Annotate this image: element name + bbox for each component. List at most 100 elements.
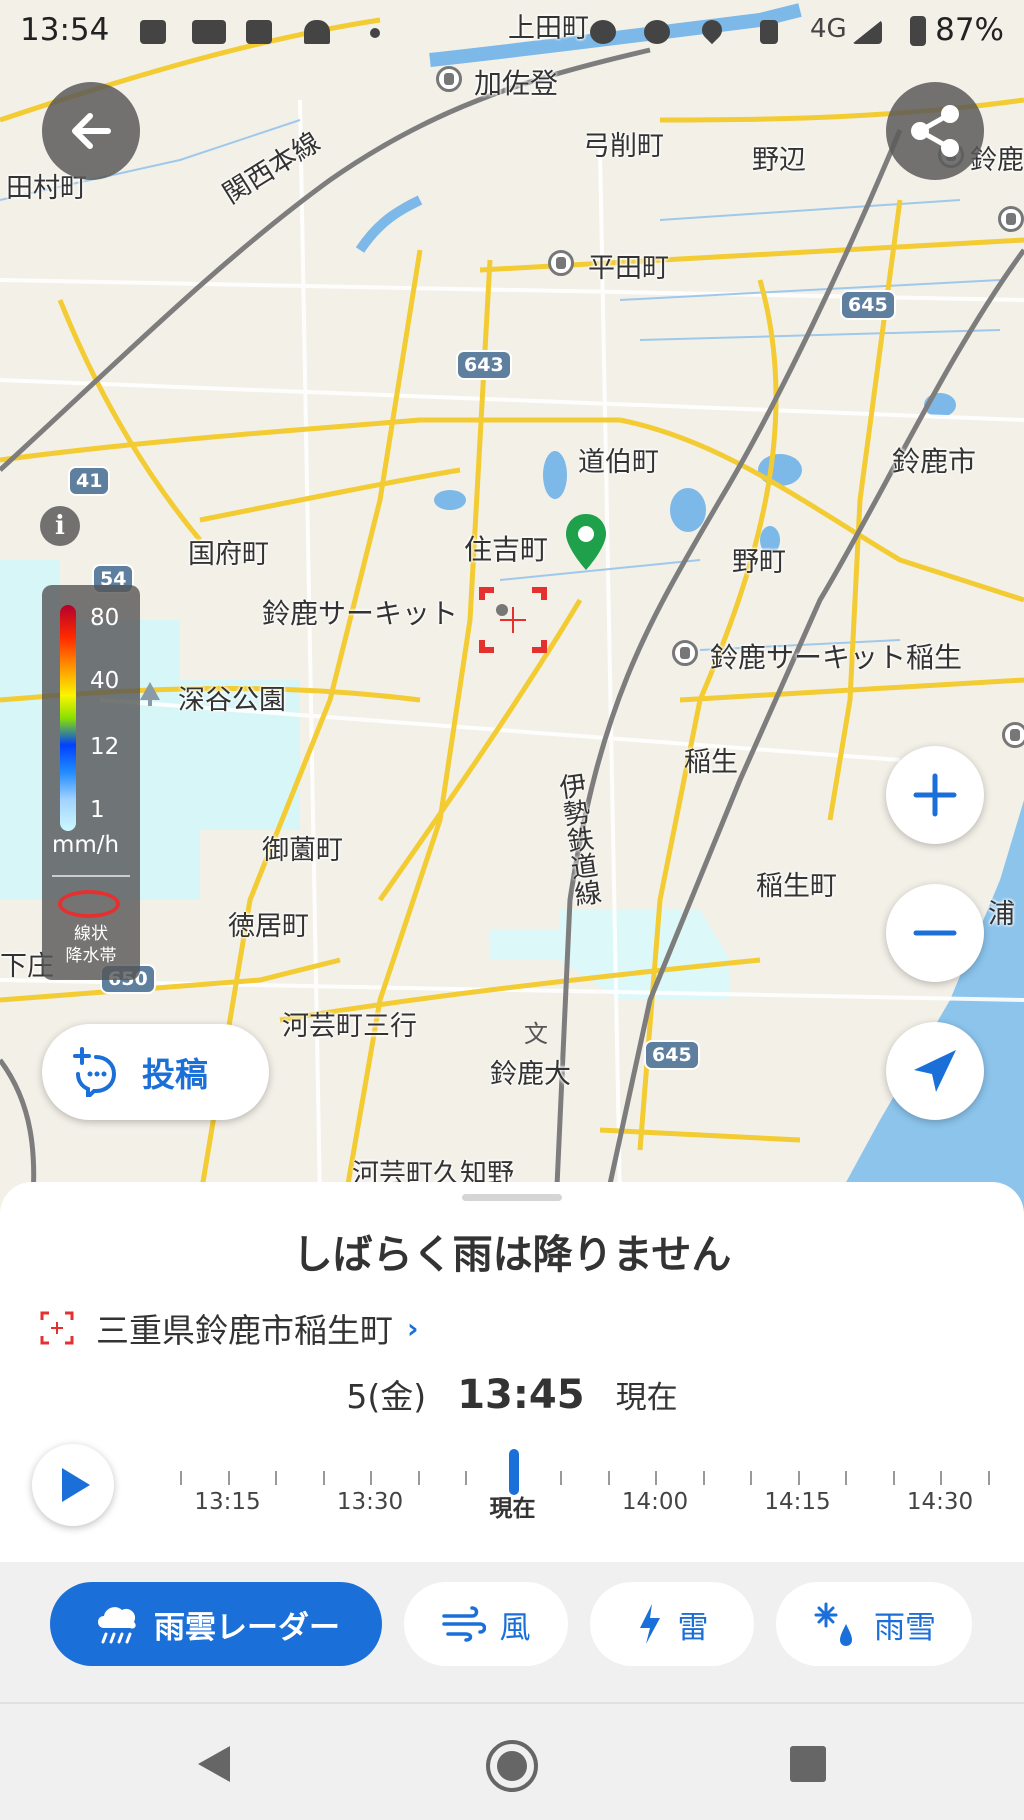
timeline-tick (417, 1471, 420, 1485)
timeline-tick (180, 1471, 182, 1485)
timeline-cursor[interactable] (508, 1449, 519, 1495)
zoom-in-button[interactable] (886, 746, 984, 844)
station-icon[interactable] (436, 66, 462, 92)
place-label: 鈴鹿市 (892, 445, 977, 478)
system-nav-bar (0, 1702, 1024, 1820)
wifi-icon (304, 20, 330, 44)
chevron-right-icon: › (407, 1311, 419, 1345)
timeline-tick (940, 1471, 942, 1485)
location-link[interactable]: 三重県鈴鹿市稲生町 › (40, 1304, 419, 1352)
timeline-tick (465, 1471, 467, 1485)
tab-label: 雨雲レーダー (154, 1609, 340, 1646)
timeline-tick (655, 1471, 657, 1485)
rain-cloud-icon (98, 1607, 136, 1644)
place-label: 道伯町 (578, 447, 659, 478)
timeline-tick (370, 1471, 372, 1485)
time-slider[interactable]: 13:15 13:30 現在 14:00 14:15 14:30 (170, 1447, 1000, 1537)
place-label: 河芸町三行 (282, 1011, 417, 1042)
legend-line-type: 線状 (74, 924, 108, 944)
place-label: 鈴鹿大 (490, 1059, 571, 1090)
timeline-tick (275, 1471, 277, 1485)
battery-percent: 87% (935, 12, 1004, 48)
status-time: 13:54 (20, 12, 110, 48)
play-button[interactable] (32, 1444, 114, 1526)
timeline-tick (560, 1471, 562, 1485)
timeline-tick (322, 1471, 325, 1485)
observation-time: 5(金) 13:45 現在 (0, 1370, 1024, 1418)
legend-level: 1 (90, 797, 105, 823)
school-icon: 文 (524, 1020, 548, 1048)
legend-unit: mm/h (52, 832, 120, 858)
place-label: 野辺 (752, 145, 806, 176)
post-button[interactable]: 投稿 (42, 1024, 269, 1120)
info-button[interactable]: i (40, 506, 80, 546)
info-icon: i (55, 511, 65, 541)
timeline-tick (797, 1471, 800, 1485)
time-label: 13:45 (457, 1372, 585, 1418)
post-button-label: 投稿 (142, 1055, 208, 1094)
timeline-label: 13:15 (194, 1489, 261, 1515)
route-shield: 41 (68, 466, 111, 496)
timeline-tick (227, 1471, 230, 1485)
legend-color-bar (60, 605, 76, 831)
timeline-tick (892, 1471, 895, 1485)
image-icon (140, 20, 166, 44)
place-label: 平田町 (588, 253, 669, 284)
dot-icon (370, 28, 380, 38)
play-icon (62, 1468, 90, 1502)
route-shield: 645 (644, 1040, 700, 1070)
precipitation-legend[interactable]: 80 40 12 1 mm/h 線状 降水帯 (42, 585, 140, 980)
station-icon[interactable] (998, 206, 1024, 232)
network-type: 4G (810, 14, 847, 44)
place-label: 鈴鹿サーキット (262, 597, 459, 630)
place-label: 住吉町 (464, 533, 549, 566)
share-icon (911, 105, 959, 157)
tab-rain-snow[interactable]: 雨雪 (776, 1582, 972, 1666)
view-app-icon (192, 20, 226, 44)
plus-icon (913, 773, 957, 817)
timeline-tick (987, 1471, 990, 1485)
location-pin-icon[interactable] (562, 512, 610, 574)
place-label: 国府町 (188, 539, 269, 570)
vibrate-icon (760, 20, 778, 44)
nav-back-icon[interactable] (192, 1742, 236, 1786)
place-label: 野町 (732, 547, 786, 578)
timeline-tick (750, 1471, 752, 1485)
timeline-label: 13:30 (336, 1489, 404, 1515)
lightning-icon (639, 1604, 660, 1644)
sheet-drag-handle[interactable] (462, 1194, 562, 1201)
place-label: 御薗町 (262, 835, 343, 866)
navigation-arrow-icon (914, 1050, 956, 1092)
forecast-summary: しばらく雨は降りません (292, 1232, 732, 1278)
tab-label: 風 (499, 1609, 531, 1646)
signal-icon (852, 20, 882, 44)
back-button[interactable] (42, 82, 140, 180)
current-location-button[interactable] (886, 1022, 984, 1120)
station-icon[interactable] (1002, 722, 1024, 748)
nav-recents-icon[interactable] (788, 1744, 828, 1784)
timeline-tick (702, 1471, 705, 1485)
station-icon[interactable] (672, 640, 698, 666)
back-arrow-icon (72, 113, 111, 149)
battery-icon (910, 16, 926, 46)
rain-radar-map[interactable]: 上田町 加佐登 弓削町 野辺 鈴鹿 田村町 平田町 道伯町 鈴鹿市 国府町 住吉… (0, 0, 1024, 1230)
forecast-sheet[interactable]: しばらく雨は降りません 三重県鈴鹿市稲生町 › 5(金) 13:45 現在 13… (0, 1182, 1024, 1562)
legend-line-type: 降水帯 (65, 946, 117, 966)
zoom-out-button[interactable] (886, 884, 984, 982)
station-icon[interactable] (548, 250, 574, 276)
legend-level: 40 (90, 668, 120, 694)
date-label: 5(金) (346, 1377, 427, 1416)
alarm-icon (590, 20, 616, 44)
tab-wind[interactable]: 風 (404, 1582, 568, 1666)
tab-rain-radar[interactable]: 雨雲レーダー (50, 1582, 382, 1666)
timeline-label: 14:30 (906, 1489, 974, 1515)
snow-rain-icon (814, 1602, 852, 1646)
share-button[interactable] (886, 82, 984, 180)
place-label: 加佐登 (474, 67, 559, 100)
sync-icon (644, 20, 670, 44)
nav-home-icon[interactable] (484, 1738, 540, 1794)
status-bar: 13:54 4G 87% (0, 0, 1024, 64)
location-icon (697, 15, 727, 45)
au-icon (246, 20, 272, 44)
tab-thunder[interactable]: 雷 (590, 1582, 754, 1666)
